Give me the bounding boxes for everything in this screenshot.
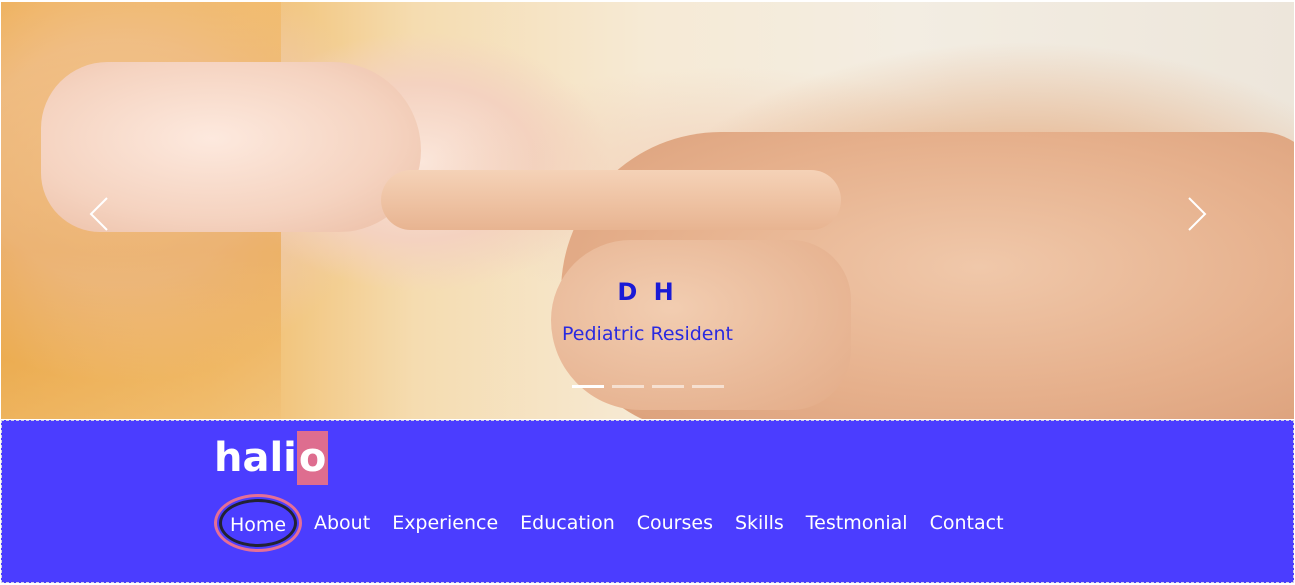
hero-carousel: D H Pediatric Resident [1,2,1294,419]
carousel-indicators [572,385,724,389]
main-nav: Home About Experience Education Courses … [214,493,1026,553]
carousel-caption: D H Pediatric Resident [1,274,1294,348]
navbar: hali o Home About Experience Education Co… [1,420,1294,583]
hero-image-finger [381,170,841,230]
chevron-right-icon [1188,197,1207,231]
nav-item-testmonial[interactable]: Testmonial [806,511,908,535]
caption-title: D H [617,278,678,306]
carousel-indicator-3[interactable] [652,385,684,388]
caption-subtitle: Pediatric Resident [562,323,733,345]
carousel-indicator-2[interactable] [612,385,644,388]
nav-item-contact[interactable]: Contact [930,511,1004,535]
nav-item-skills[interactable]: Skills [735,511,784,535]
brand-accent-letter: o [296,431,329,485]
carousel-prev-button[interactable] [87,194,111,234]
carousel-next-button[interactable] [1185,194,1209,234]
nav-item-home[interactable]: Home [214,494,302,552]
nav-item-courses[interactable]: Courses [637,511,713,535]
brand-logo[interactable]: hali o [214,431,329,485]
brand-text: hali [214,435,297,481]
nav-item-experience[interactable]: Experience [392,511,498,535]
nav-item-education[interactable]: Education [520,511,615,535]
nav-item-label: Home [229,514,287,536]
carousel-indicator-4[interactable] [692,385,724,388]
chevron-left-icon [89,197,108,231]
carousel-indicator-1[interactable] [572,385,604,388]
nav-item-about[interactable]: About [314,511,370,535]
